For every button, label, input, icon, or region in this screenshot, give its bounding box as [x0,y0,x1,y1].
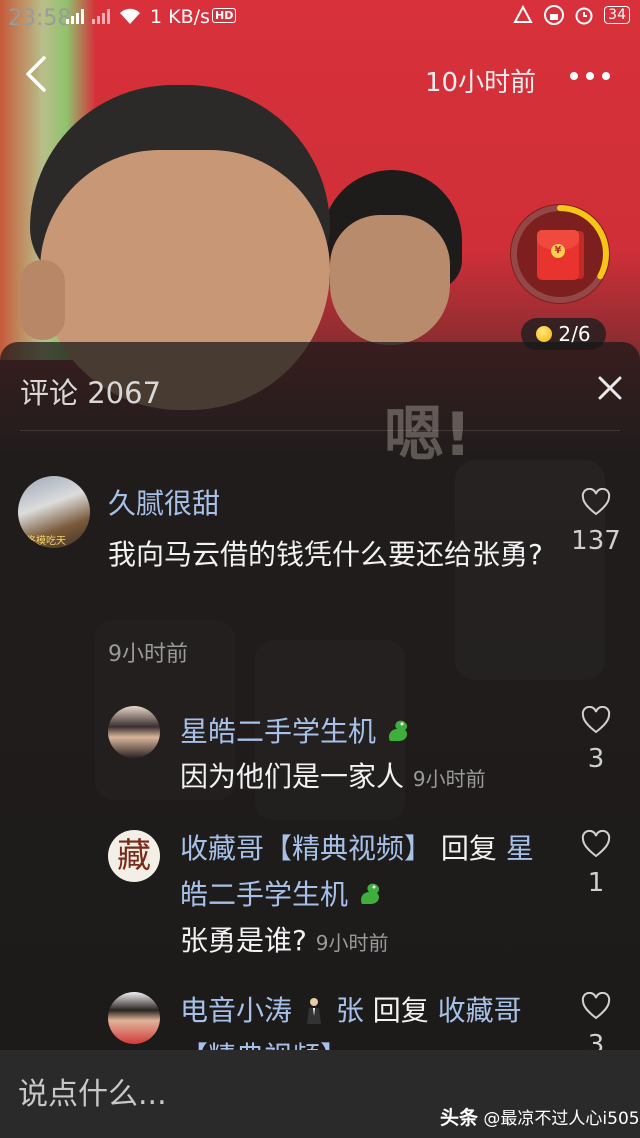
like-count: 3 [587,744,605,774]
heart-icon [581,487,611,516]
reply-header-line: 电音小涛 张 回复 收藏哥【精典视频】 [180,988,550,1050]
dragon-icon [388,720,408,741]
reply-header-line: 收藏哥【精典视频】 回复 星皓二手学生机 [180,826,550,918]
comment-time: 9小时前 [108,642,188,667]
like-button[interactable]: 1 [566,829,626,898]
comments-header: 评论 2067 [0,342,640,432]
nfc-icon [513,5,533,23]
like-button[interactable]: 137 [566,487,626,556]
hd-badge: HD [212,8,237,23]
post-timestamp: 10小时前 [425,68,537,98]
comment-text[interactable]: 我向马云借的钱凭什么要还给张勇? [108,532,548,578]
reply-text[interactable]: 因为他们是一家人 [180,760,404,793]
signal-icon [66,8,84,24]
comment-input[interactable] [18,1072,418,1116]
watermark-author: @最凉不过人心i505 [483,1109,640,1129]
avatar[interactable] [108,706,160,758]
alarm-icon [575,7,593,25]
reply-item: 电音小涛 张 回复 收藏哥【精典视频】 3 [0,988,640,1050]
red-packet-button[interactable]: ¥ [510,204,610,304]
dragon-icon [360,883,380,904]
video-caption: 嗯! [384,400,472,470]
divider [20,430,620,431]
like-count: 3 [587,1030,605,1050]
like-count: 137 [571,526,621,556]
close-comments-button[interactable] [592,370,628,406]
person-icon [306,998,321,1024]
reply-time: 9小时前 [315,931,389,955]
like-button[interactable]: 3 [566,991,626,1050]
signal-icon [92,8,110,24]
reply-text-line: 因为他们是一家人 9小时前 [180,754,560,802]
status-right-icons: 34 [512,5,630,25]
like-button[interactable]: 3 [566,705,626,774]
heart-icon [581,991,611,1020]
network-speed: 1 KB/s [150,6,210,28]
comments-title: 评论 2067 [20,376,162,410]
lock-icon [544,5,565,25]
reply-word: 回复 [372,994,429,1027]
battery-icon: 34 [604,6,630,24]
reply-item: 星皓二手学生机 因为他们是一家人 9小时前 3 [0,702,640,802]
heart-icon [581,705,611,734]
comments-panel: 评论 2067 嗯! 佟模吃天 久腻很甜 我向马云借的钱凭什么要还给张勇? 9小… [0,342,640,1050]
back-button[interactable] [14,52,58,96]
status-time: 23:58 [8,6,72,31]
coin-icon [536,326,553,342]
comment-username[interactable]: 久腻很甜 [108,482,220,522]
like-count: 1 [587,868,605,898]
wifi-icon [120,8,140,24]
avatar-caption: 佟模吃天 [26,536,66,547]
comment-item: 佟模吃天 久腻很甜 我向马云借的钱凭什么要还给张勇? 9小时前 137 [0,472,640,672]
video-person-main-ear [20,260,65,340]
reply-text-line: 张勇是谁? 9小时前 [180,918,560,966]
reply-username[interactable]: 电音小涛 [180,994,292,1027]
red-envelope-seal: ¥ [551,244,565,258]
reply-username[interactable]: 星皓二手学生机 [180,710,411,750]
watermark: 头条 @最凉不过人心i505 [440,1103,640,1130]
status-bar: 23:58 1 KB/s HD 34 [0,0,640,34]
watermark-brand: 头条 [440,1107,479,1129]
avatar[interactable] [108,992,160,1044]
reply-word: 回复 [440,832,497,865]
more-options-button[interactable] [562,58,618,94]
avatar[interactable]: 藏 [108,830,160,882]
reply-text[interactable]: 张勇是谁? [180,924,307,957]
reply-time: 9小时前 [412,767,486,791]
heart-icon [581,829,611,858]
reply-username-text[interactable]: 星皓二手学生机 [180,715,376,748]
reply-username-suffix[interactable]: 张 [336,994,364,1027]
avatar[interactable]: 佟模吃天 [18,476,90,548]
top-bar: 10小时前 [0,40,640,110]
reply-username[interactable]: 收藏哥【精典视频】 [180,832,432,865]
video-person-back [330,215,450,345]
reply-item: 藏 收藏哥【精典视频】 回复 星皓二手学生机 张勇是谁? 9小时前 1 [0,826,640,966]
